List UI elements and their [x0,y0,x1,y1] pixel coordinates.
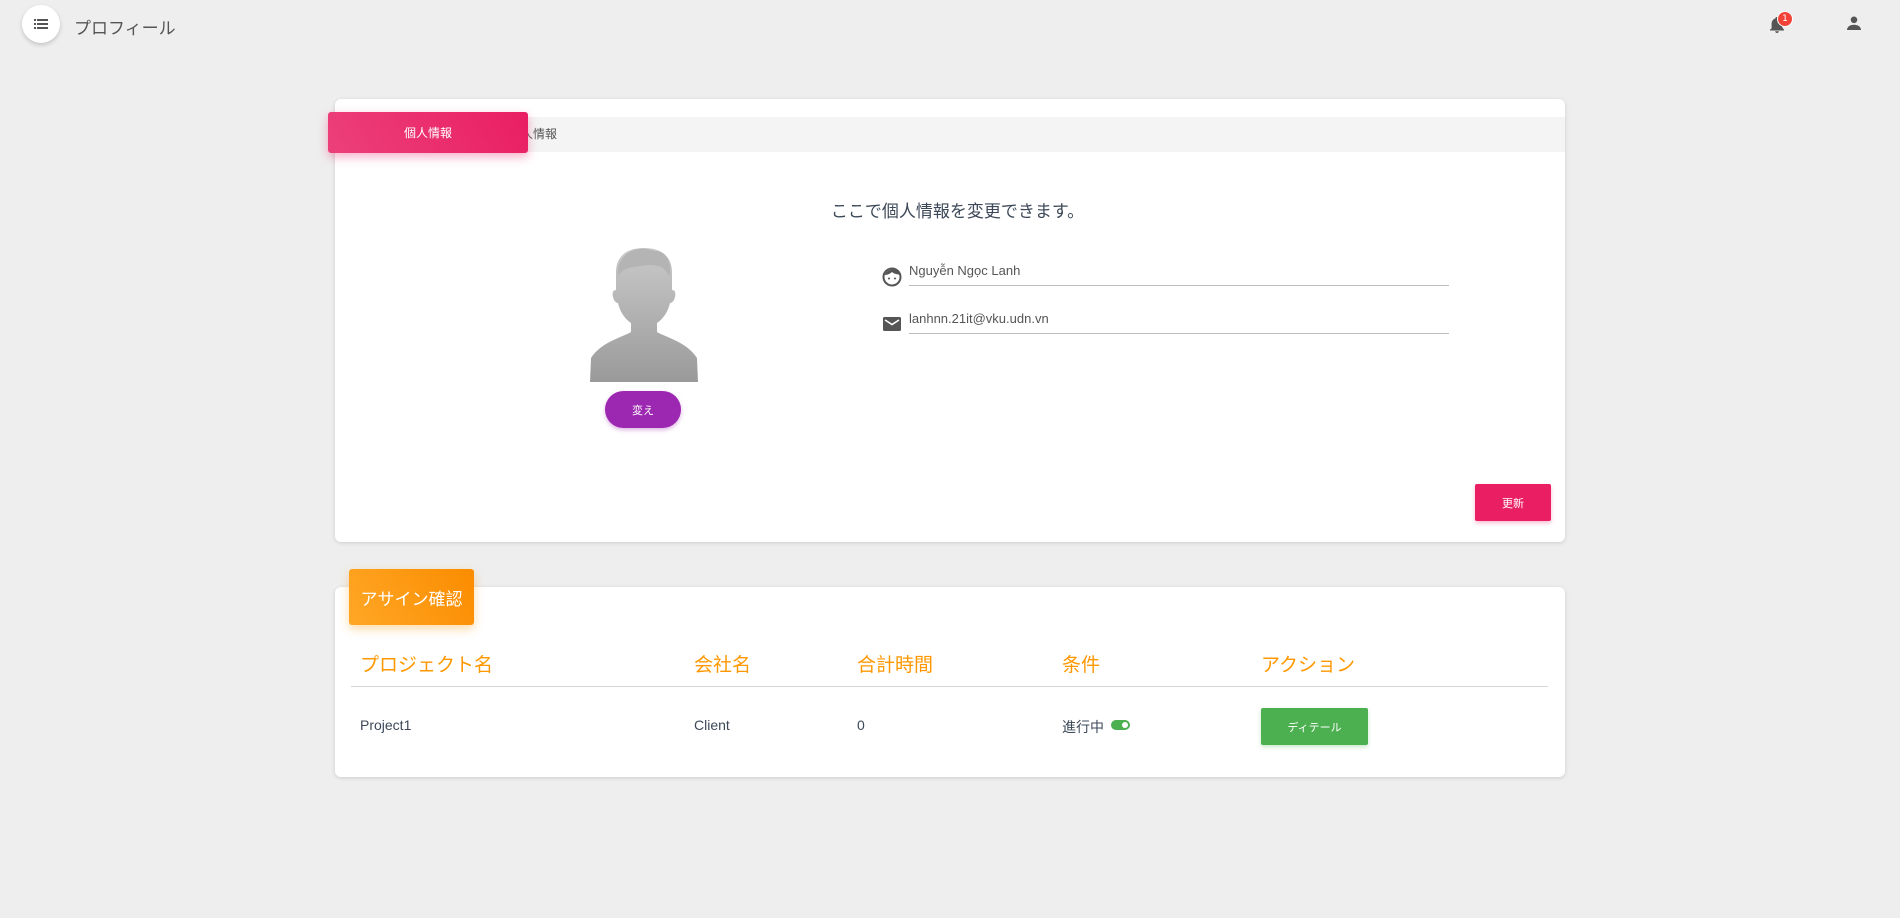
column-header-action: アクション [1261,654,1356,676]
avatar [590,248,698,382]
cell-status: 進行中 [1062,720,1104,736]
column-header-status: 条件 [1062,654,1101,676]
column-header-total-time: 合計時間 [857,654,934,676]
update-button[interactable]: 更新 [1475,484,1551,521]
profile-card: 人情報 ここで個人情報を変更できます。 変え 更新 [335,99,1565,542]
tab-personal-info[interactable]: 個人情報 [328,112,528,153]
cell-company: Client [694,717,730,733]
user-menu-button[interactable] [1843,14,1865,36]
page-title: プロフィール [74,19,176,39]
assignment-card [335,587,1565,777]
change-avatar-button[interactable]: 変え [605,391,681,428]
name-field [909,256,1449,286]
person-icon [1847,16,1861,30]
name-input[interactable] [909,256,1449,284]
face-icon [882,267,902,287]
table-header-divider [351,686,1548,687]
cell-project: Project1 [360,717,412,733]
cell-total-time: 0 [857,717,865,733]
column-header-project: プロジェクト名 [360,654,494,676]
top-navbar: プロフィール 1 [0,0,1900,50]
status-toggle[interactable] [1111,720,1130,730]
notification-count-badge: 1 [1777,11,1793,27]
assignment-card-title: アサイン確認 [349,569,474,625]
profile-heading: ここで個人情報を変更できます。 [830,202,1085,222]
detail-button[interactable]: ディテール [1261,708,1368,745]
list-icon [34,19,48,29]
mail-icon [883,317,901,331]
sidebar-toggle-button[interactable] [22,5,60,43]
email-field [909,304,1449,334]
column-header-company: 会社名 [694,654,752,676]
email-input[interactable] [909,304,1449,332]
